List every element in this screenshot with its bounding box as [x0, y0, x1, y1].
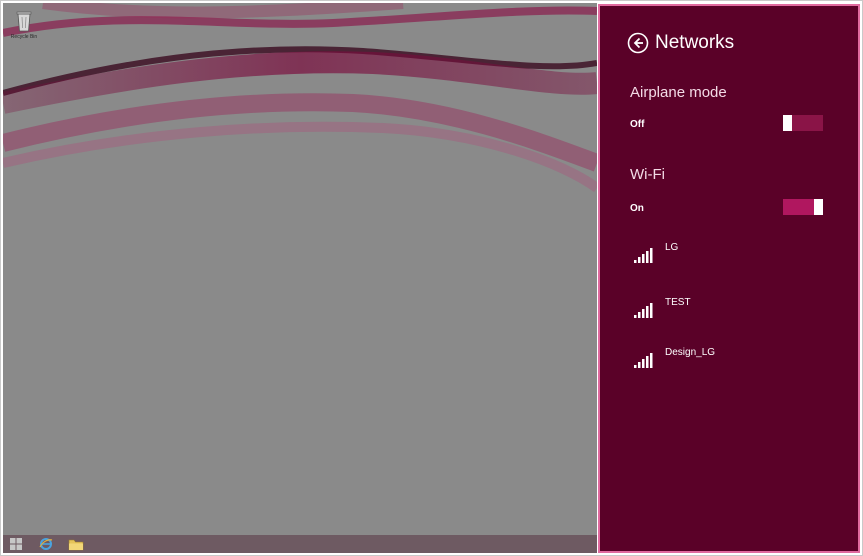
network-name: Design_LG	[665, 347, 716, 358]
recycle-bin-icon	[16, 11, 32, 32]
airplane-mode-state: Off	[630, 119, 645, 130]
screen-frame: Recycle Bin Networks Airplane mode Off W…	[0, 0, 863, 556]
network-name: LG	[665, 242, 679, 253]
wifi-toggle[interactable]	[783, 199, 823, 215]
charm-title: Networks	[655, 32, 735, 53]
charm-header: Networks	[627, 32, 734, 54]
wifi-signal-icon	[634, 353, 653, 368]
windows-logo-icon	[10, 538, 22, 550]
recycle-bin-label: Recycle Bin	[10, 34, 38, 40]
wifi-state: On	[630, 203, 644, 214]
airplane-mode-toggle-thumb	[783, 115, 792, 131]
wallpaper-waves	[3, 3, 597, 193]
internet-explorer-button[interactable]	[37, 537, 55, 551]
wifi-signal-icon	[634, 303, 653, 318]
wifi-heading: Wi-Fi	[630, 166, 665, 183]
network-name: TEST	[665, 297, 691, 308]
networks-charm-panel: Networks Airplane mode Off Wi-Fi On LG T…	[598, 4, 860, 553]
desktop[interactable]: Recycle Bin	[3, 3, 597, 553]
network-item-design-lg[interactable]: Design_LG	[634, 347, 834, 373]
wifi-toggle-thumb	[814, 199, 823, 215]
file-explorer-button[interactable]	[67, 537, 85, 551]
recycle-bin-shortcut[interactable]: Recycle Bin	[7, 9, 41, 49]
folder-icon	[68, 539, 84, 550]
back-arrow-icon[interactable]	[627, 32, 649, 54]
airplane-mode-heading: Airplane mode	[630, 84, 727, 101]
network-item-test[interactable]: TEST	[634, 297, 834, 323]
taskbar	[3, 535, 597, 553]
airplane-mode-toggle[interactable]	[783, 115, 823, 131]
network-item-lg[interactable]: LG	[634, 242, 834, 268]
start-button[interactable]	[7, 537, 25, 551]
internet-explorer-icon	[39, 538, 53, 550]
wifi-signal-icon	[634, 248, 653, 263]
